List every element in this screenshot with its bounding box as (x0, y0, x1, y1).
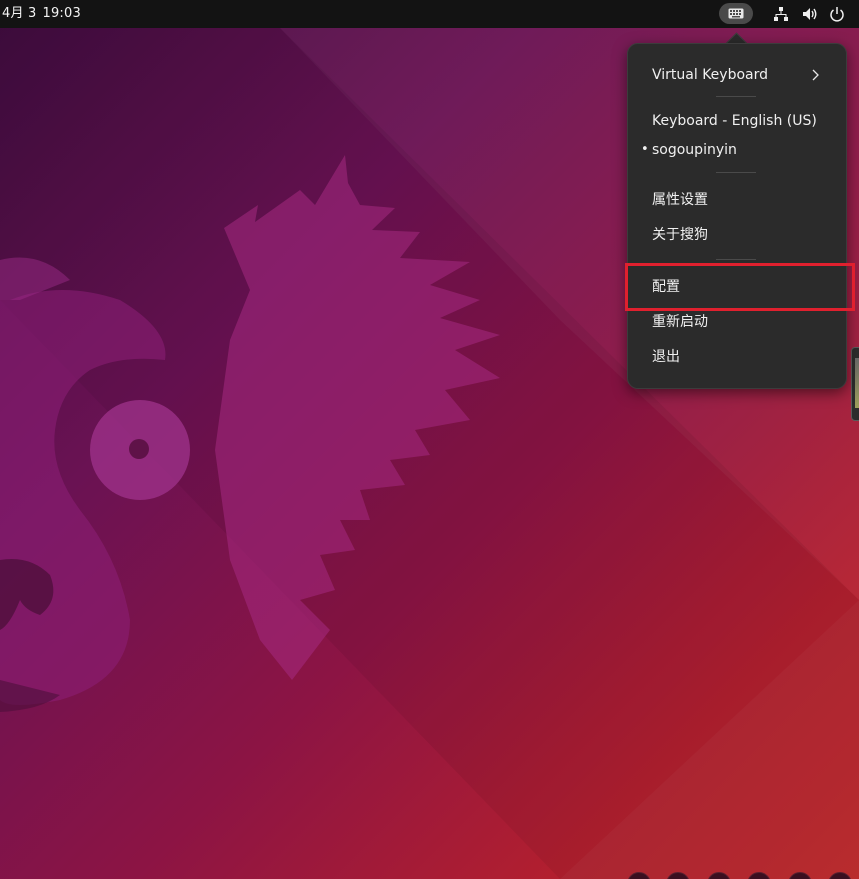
mascot-eye-pupil (129, 439, 149, 459)
desktop: 4月 3 19:03 Virtual Keyboard Keyboard - E… (0, 0, 859, 879)
network-indicator[interactable] (772, 5, 790, 23)
menu-separator (716, 259, 756, 260)
menu-item-quit[interactable]: 退出 (628, 342, 846, 372)
menu-separator (716, 96, 756, 97)
window-edge-grip (855, 358, 859, 408)
menu-item-label: 关于搜狗 (652, 227, 708, 243)
menu-item-label: Keyboard - English (US) (652, 113, 817, 129)
menu-separator (716, 172, 756, 173)
menu-item-label: 属性设置 (652, 192, 708, 208)
clock-date: 4月 3 (2, 6, 37, 21)
power-indicator[interactable] (828, 5, 846, 23)
menu-item-about[interactable]: 关于搜狗 (628, 220, 846, 250)
active-bullet-icon: • (641, 142, 649, 157)
menu-item-label: 重新启动 (652, 314, 708, 330)
menu-item-keyboard-layout[interactable]: Keyboard - English (US) (628, 106, 846, 136)
input-method-menu: Virtual Keyboard Keyboard - English (US)… (627, 43, 847, 389)
menu-item-configure[interactable]: 配置 (628, 272, 846, 302)
keyboard-icon (728, 8, 744, 19)
volume-icon (803, 8, 817, 20)
menu-item-preferences[interactable]: 属性设置 (628, 185, 846, 215)
menu-item-label: 退出 (652, 349, 680, 365)
window-edge[interactable] (851, 347, 859, 421)
clock-time: 19:03 (42, 6, 81, 21)
menu-item-label: Virtual Keyboard (652, 67, 769, 83)
top-bar: 4月 3 19:03 (0, 0, 859, 28)
menu-item-restart[interactable]: 重新启动 (628, 307, 846, 337)
network-icon (774, 7, 788, 21)
clock[interactable]: 4月 3 19:03 (2, 6, 81, 22)
input-method-indicator[interactable] (719, 3, 753, 24)
menu-item-sogoupinyin[interactable]: • sogoupinyin (628, 135, 846, 165)
volume-indicator[interactable] (801, 5, 819, 23)
menu-item-label: sogoupinyin (652, 142, 737, 158)
power-icon (830, 7, 844, 22)
menu-item-label: 配置 (652, 279, 680, 295)
chevron-right-icon (812, 69, 819, 81)
menu-item-virtual-keyboard[interactable]: Virtual Keyboard (628, 60, 846, 90)
